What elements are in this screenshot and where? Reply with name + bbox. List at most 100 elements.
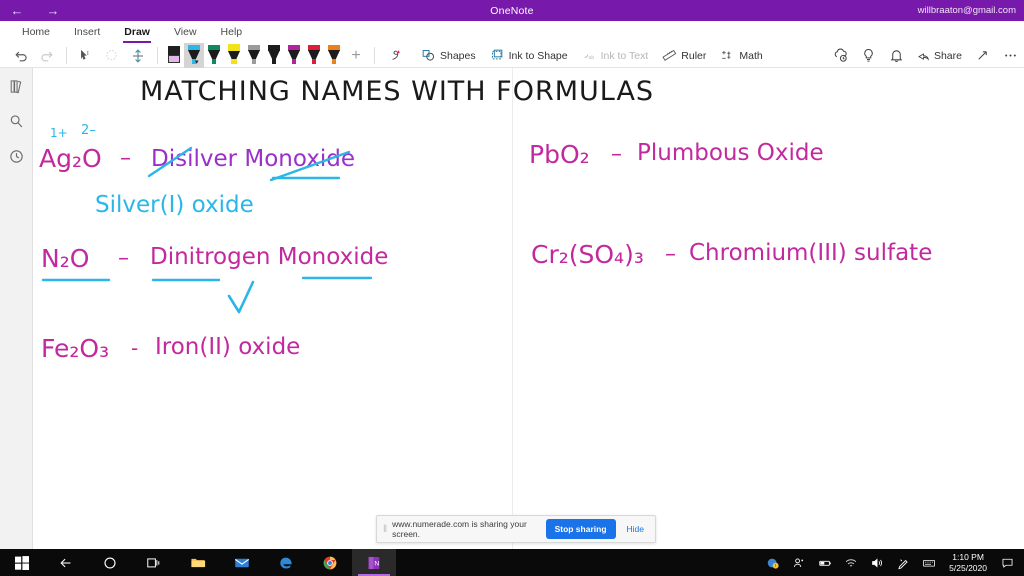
task-view-button[interactable]	[132, 549, 176, 576]
file-explorer-button[interactable]	[176, 549, 220, 576]
edge-button[interactable]	[264, 549, 308, 576]
drag-handle-icon[interactable]: ‖	[383, 524, 387, 535]
screen: ← → OneNote willbraaton@gmail.com Home I…	[0, 0, 1024, 576]
svg-text:I: I	[87, 50, 89, 56]
taskbar: N ! 1:10 PM 5/25/2020	[0, 549, 1024, 576]
ink-to-text-icon: ab	[584, 54, 594, 61]
ink-to-text-label: Ink to Text	[600, 49, 649, 62]
formula-ag2o: Ag₂O	[39, 144, 102, 173]
ribbon-tabs: Home Insert Draw View Help	[0, 21, 254, 43]
svg-text:ab: ab	[588, 55, 594, 61]
share-button[interactable]: Share	[917, 49, 962, 62]
dash-ag2o: –	[120, 146, 131, 171]
note-canvas[interactable]: MATCHING NAMES WITH FORMULAS 1+ 2– Ag₂O …	[33, 68, 1024, 549]
hide-button[interactable]: Hide	[622, 524, 649, 534]
action-center-icon[interactable]	[994, 556, 1020, 569]
pen-red[interactable]	[304, 43, 324, 68]
more-options-icon[interactable]	[1003, 48, 1018, 63]
dash-pbo2: –	[611, 142, 622, 167]
pencil-gray[interactable]	[244, 43, 264, 68]
people-icon[interactable]	[786, 549, 812, 576]
left-rail	[0, 68, 33, 576]
pen-eraser[interactable]	[164, 43, 184, 68]
clock-time: 1:10 PM	[952, 551, 984, 562]
recent-clock-icon[interactable]	[8, 148, 25, 165]
system-tray: ! 1:10 PM 5/25/2020	[760, 549, 1024, 576]
note-title: MATCHING NAMES WITH FORMULAS	[140, 76, 655, 107]
charge-cation: 1+	[50, 126, 68, 140]
formula-fe2o3: Fe₂O₃	[41, 334, 110, 363]
correct-name-cr2so43: Chromium(III) sulfate	[689, 240, 933, 266]
redo-button[interactable]	[34, 44, 60, 68]
search-icon[interactable]	[8, 113, 25, 130]
math-label: Math	[739, 49, 763, 62]
insert-space-button[interactable]	[125, 44, 151, 68]
pen-black[interactable]	[264, 43, 284, 68]
wifi-icon[interactable]	[838, 549, 864, 576]
share-message: www.numerade.com is sharing your screen.	[392, 519, 527, 539]
touch-keyboard-icon[interactable]	[916, 549, 942, 576]
share-icon	[918, 53, 929, 61]
edge-icon	[280, 557, 292, 569]
toolbar-separator	[157, 47, 158, 64]
account-email[interactable]: willbraaton@gmail.com	[918, 5, 1016, 16]
lasso-select-button[interactable]: I	[73, 44, 99, 68]
tab-home[interactable]: Home	[10, 23, 62, 42]
undo-button[interactable]	[8, 44, 34, 68]
select-ink-button[interactable]	[99, 44, 125, 68]
pen-cyan[interactable]: ▾	[184, 43, 204, 68]
ribbon: Home Insert Draw View Help Share I ▾ + S…	[0, 21, 1024, 68]
tab-help[interactable]: Help	[209, 23, 255, 42]
add-pen-button[interactable]: +	[344, 44, 368, 68]
tab-draw[interactable]: Draw	[112, 23, 162, 43]
ink-to-text-button[interactable]: ab Ink to Text	[575, 44, 656, 68]
dash-fe2o3: -	[131, 336, 139, 360]
bell-icon[interactable]	[889, 48, 904, 63]
pen-workspace-icon[interactable]	[890, 549, 916, 576]
onenote-icon: N	[368, 556, 379, 569]
expand-icon[interactable]	[975, 48, 990, 63]
start-button[interactable]	[0, 549, 44, 576]
onenote-button[interactable]: N	[352, 549, 396, 576]
volume-icon[interactable]	[864, 549, 890, 576]
charge-anion: 2–	[81, 123, 96, 138]
taskbar-items: N	[0, 549, 396, 576]
math-icon	[722, 50, 731, 59]
math-button[interactable]: Math	[713, 44, 769, 68]
chrome-button[interactable]	[308, 549, 352, 576]
draw-toolbar: I ▾ + Shapes Ink to Shape ab Ink to Text…	[0, 43, 770, 68]
screen-share-bar: ‖ www.numerade.com is sharing your scree…	[376, 515, 656, 543]
chevron-down-icon[interactable]: ▾	[195, 59, 199, 66]
mail-icon	[234, 558, 250, 567]
highlighter-yellow[interactable]	[224, 43, 244, 68]
clock[interactable]: 1:10 PM 5/25/2020	[942, 552, 994, 574]
ruler-label: Ruler	[681, 49, 707, 62]
tab-view[interactable]: View	[162, 23, 209, 42]
pen-magenta[interactable]	[284, 43, 304, 68]
pen-orange[interactable]	[324, 43, 344, 68]
lightbulb-icon[interactable]	[861, 48, 876, 63]
tab-insert[interactable]: Insert	[62, 23, 112, 42]
stop-sharing-button[interactable]: Stop sharing	[545, 519, 616, 539]
toolbar-separator	[66, 47, 67, 64]
cortana-button[interactable]	[88, 549, 132, 576]
ruler-button[interactable]: Ruler	[655, 44, 713, 68]
ink-replay-button[interactable]	[381, 44, 414, 68]
ink-to-shape-button[interactable]: Ink to Shape	[483, 44, 575, 68]
back-button[interactable]	[44, 549, 88, 576]
pen-green[interactable]	[204, 43, 224, 68]
ruler-icon	[662, 49, 677, 61]
task-view-icon	[147, 557, 160, 567]
notebooks-icon[interactable]	[8, 78, 25, 95]
clock-date: 5/25/2020	[949, 562, 987, 573]
column-divider	[512, 68, 513, 549]
formula-cr2so43: Cr₂(SO₄)₃	[531, 240, 644, 269]
cortana-circle-icon	[104, 556, 116, 569]
mail-button[interactable]	[220, 549, 264, 576]
sync-icon[interactable]	[833, 48, 848, 63]
battery-icon[interactable]	[812, 549, 838, 576]
network-warning-icon[interactable]: !	[760, 549, 786, 576]
toolbar-separator	[374, 47, 375, 64]
svg-text:N: N	[374, 560, 379, 567]
shapes-button[interactable]: Shapes	[414, 44, 483, 68]
